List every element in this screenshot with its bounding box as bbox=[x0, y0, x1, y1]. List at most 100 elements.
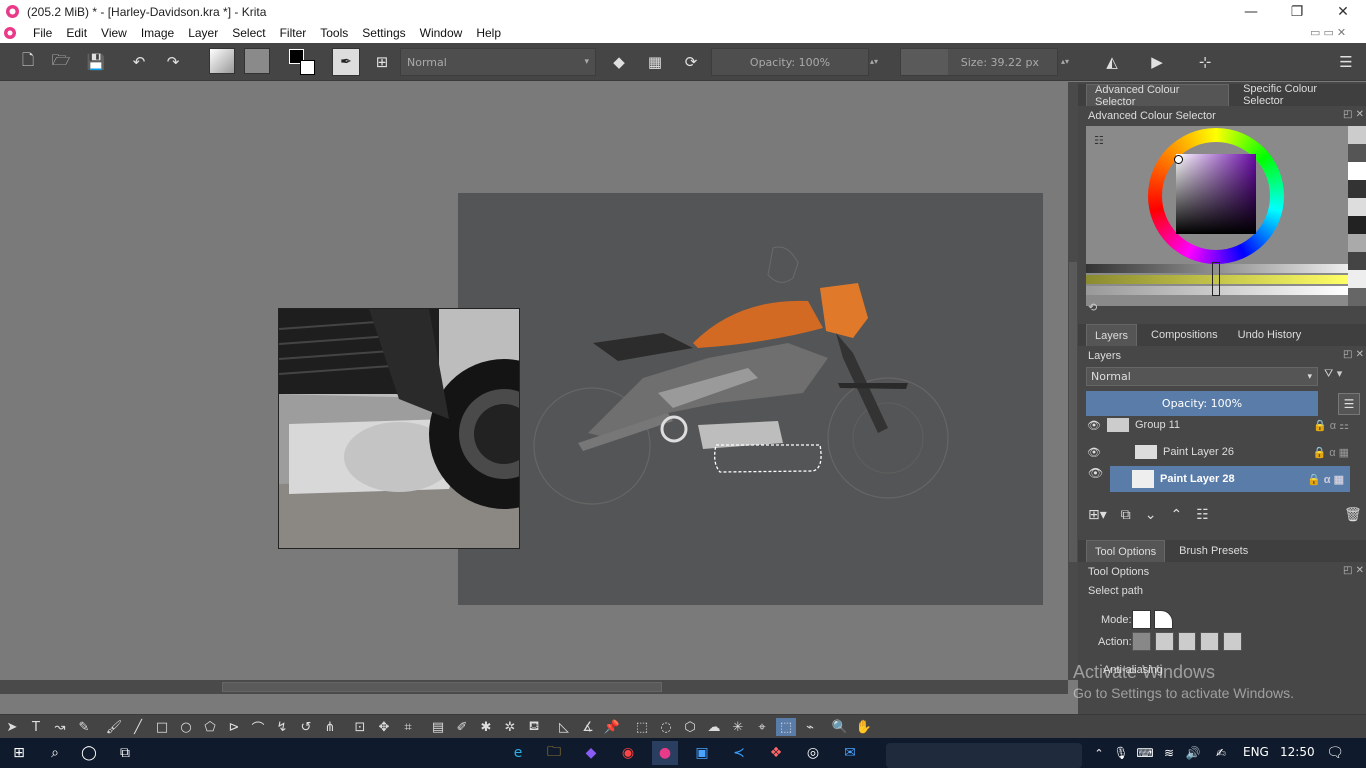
slider-handle[interactable] bbox=[1212, 262, 1220, 296]
language-indicator[interactable]: ENG bbox=[1243, 745, 1269, 759]
dynamic-brush-icon[interactable]: ↺ bbox=[296, 718, 316, 736]
tool-options-float-close-icon[interactable]: ◰ ✕ bbox=[1343, 565, 1364, 576]
colour-history-strip[interactable] bbox=[1348, 126, 1366, 306]
vertical-scrollbar[interactable] bbox=[1068, 82, 1078, 680]
vertical-scroll-thumb[interactable] bbox=[1069, 262, 1077, 562]
opacity-spin-icon[interactable]: ▴▾ bbox=[870, 57, 878, 66]
menu-image[interactable]: Image bbox=[134, 26, 181, 40]
reference-images-icon[interactable]: 📌 bbox=[602, 718, 622, 736]
reference-image[interactable] bbox=[278, 308, 520, 549]
reset-colour-icon[interactable]: ⟲ bbox=[1088, 301, 1097, 314]
polygon-select-icon[interactable]: ⬡ bbox=[680, 718, 700, 736]
intersect-selection-icon[interactable] bbox=[1154, 632, 1174, 651]
obs-icon[interactable]: ◎ bbox=[800, 741, 826, 765]
brush-preset-icon[interactable]: ✒ bbox=[332, 48, 360, 76]
tab-brush-presets[interactable]: Brush Presets bbox=[1171, 540, 1256, 562]
microphone-icon[interactable]: 🎙 bbox=[1108, 741, 1134, 765]
krita-taskbar-icon[interactable]: ● bbox=[652, 741, 678, 765]
polyline-tool-icon[interactable]: ⊳ bbox=[224, 718, 244, 736]
eye-icon[interactable]: 👁 bbox=[1087, 446, 1107, 459]
new-document-icon[interactable]: 🗋 bbox=[14, 48, 42, 76]
symmetric-difference-icon[interactable] bbox=[1223, 632, 1242, 651]
delete-layer-icon[interactable]: 🗑 bbox=[1344, 507, 1362, 523]
crop-tool-icon[interactable]: ⌗ bbox=[398, 718, 418, 736]
menu-help[interactable]: Help bbox=[469, 26, 508, 40]
network-icon[interactable]: ⌨ bbox=[1132, 741, 1158, 765]
eye-icon[interactable]: 👁 bbox=[1088, 466, 1103, 480]
line-tool-icon[interactable]: ╱ bbox=[128, 718, 148, 736]
layer-flags[interactable]: 🔒 α ▦ bbox=[1307, 473, 1344, 486]
save-icon[interactable]: 💾 bbox=[82, 48, 110, 76]
multibrush-icon[interactable]: ⋔ bbox=[320, 718, 340, 736]
ellipse-tool-icon[interactable]: ○ bbox=[176, 718, 196, 736]
rect-select-icon[interactable]: ⬚ bbox=[632, 718, 652, 736]
restore-button[interactable]: ❐ bbox=[1274, 0, 1320, 23]
ellipse-select-icon[interactable]: ◌ bbox=[656, 718, 676, 736]
mirror-horizontal-icon[interactable]: ◭ bbox=[1098, 48, 1126, 76]
alpha-lock-icon[interactable]: ▦ bbox=[641, 48, 669, 76]
opacity-slider[interactable]: Opacity: 100% bbox=[711, 48, 869, 76]
menu-tools[interactable]: Tools bbox=[313, 26, 355, 40]
vscode-icon[interactable]: ≺ bbox=[726, 741, 752, 765]
bezier-tool-icon[interactable]: ⌒ bbox=[248, 718, 268, 737]
layer-row-group-11[interactable]: 👁 Group 11 🔒 α ⚏ bbox=[1087, 412, 1355, 438]
fill-tool-icon[interactable]: ⛾ bbox=[524, 718, 544, 736]
tab-layers[interactable]: Layers bbox=[1086, 324, 1138, 346]
brush-editor-icon[interactable]: ⊞ bbox=[368, 48, 396, 76]
pattern-swatch[interactable] bbox=[244, 48, 270, 74]
blend-mode-dropdown[interactable]: Normal ▾ bbox=[400, 48, 596, 76]
tab-undo-history[interactable]: Undo History bbox=[1230, 324, 1310, 346]
zoom-tool-icon[interactable]: 🔍 bbox=[830, 718, 850, 736]
menu-settings[interactable]: Settings bbox=[355, 26, 412, 40]
zoom-app-icon[interactable]: ▣ bbox=[689, 741, 715, 765]
layer-flags[interactable]: 🔒 α ▦ bbox=[1312, 446, 1349, 459]
document-canvas[interactable] bbox=[458, 193, 1043, 605]
menu-edit[interactable]: Edit bbox=[59, 26, 94, 40]
gradient-tool-icon[interactable]: ▤ bbox=[428, 718, 448, 736]
task-view-icon[interactable]: ⧉ bbox=[112, 741, 138, 765]
menu-file[interactable]: File bbox=[26, 26, 59, 40]
gradient-swatch[interactable] bbox=[209, 48, 235, 74]
pan-tool-icon[interactable]: ✋ bbox=[854, 718, 874, 736]
pen-icon[interactable]: ✍ bbox=[1208, 741, 1234, 765]
freehand-brush-icon[interactable]: 🖌 bbox=[104, 718, 124, 736]
layer-filter-icon[interactable]: ⛛ ▾ bbox=[1324, 367, 1360, 386]
color-picker-icon[interactable]: ✐ bbox=[452, 718, 472, 736]
tab-compositions[interactable]: Compositions bbox=[1143, 324, 1226, 346]
replace-selection-icon[interactable] bbox=[1132, 632, 1151, 651]
rectangle-tool-icon[interactable]: □ bbox=[152, 718, 172, 736]
pixel-mode-icon[interactable] bbox=[1132, 610, 1151, 629]
layer-row-paint-layer-26[interactable]: 👁 Paint Layer 26 🔒 α ▦ bbox=[1087, 439, 1355, 465]
move-layer-up-icon[interactable]: ⌃ bbox=[1171, 507, 1183, 529]
tab-advanced-colour-selector[interactable]: Advanced Colour Selector bbox=[1086, 84, 1230, 108]
tab-tool-options[interactable]: Tool Options bbox=[1086, 540, 1166, 562]
contiguous-select-icon[interactable]: ✳ bbox=[728, 718, 748, 736]
eraser-icon[interactable]: ◆ bbox=[605, 48, 633, 76]
horizontal-scroll-thumb[interactable] bbox=[222, 682, 662, 692]
redo-icon[interactable]: ↷ bbox=[159, 48, 187, 76]
measure-tool-icon[interactable]: ∡ bbox=[578, 718, 598, 736]
transform-tool-icon[interactable]: ⊡ bbox=[350, 718, 370, 736]
polygon-tool-icon[interactable]: ⬠ bbox=[200, 718, 220, 736]
assistant-tool-icon[interactable]: ◺ bbox=[554, 718, 574, 736]
layer-flags[interactable]: 🔒 α ⚏ bbox=[1313, 419, 1349, 432]
volume-icon[interactable]: 🔊 bbox=[1180, 741, 1206, 765]
similar-select-icon[interactable]: ⌖ bbox=[752, 718, 772, 736]
edit-shapes-icon[interactable]: ↝ bbox=[50, 718, 70, 736]
background-color[interactable] bbox=[300, 60, 315, 75]
wifi-icon[interactable]: ≋ bbox=[1156, 741, 1182, 765]
docker-menu-icon[interactable]: ☰ bbox=[1332, 48, 1360, 76]
minimize-button[interactable]: — bbox=[1228, 0, 1274, 23]
open-folder-icon[interactable]: 🗁 bbox=[47, 48, 75, 76]
search-icon[interactable]: ⌕ bbox=[42, 741, 68, 765]
mail-icon[interactable]: ✉ bbox=[837, 741, 863, 765]
pen-quick-bar[interactable] bbox=[886, 743, 1082, 768]
colour-picker-handle[interactable] bbox=[1174, 155, 1183, 164]
bezier-select-icon[interactable]: ⬚ bbox=[776, 718, 796, 736]
menu-layer[interactable]: Layer bbox=[181, 26, 225, 40]
chrome-icon[interactable]: ◉ bbox=[615, 741, 641, 765]
davinci-icon[interactable]: ❖ bbox=[763, 741, 789, 765]
calligraphy-icon[interactable]: ✎ bbox=[74, 718, 94, 736]
subtract-selection-icon[interactable] bbox=[1200, 632, 1220, 651]
tab-specific-colour-selector[interactable]: Specific Colour Selector bbox=[1235, 83, 1366, 107]
